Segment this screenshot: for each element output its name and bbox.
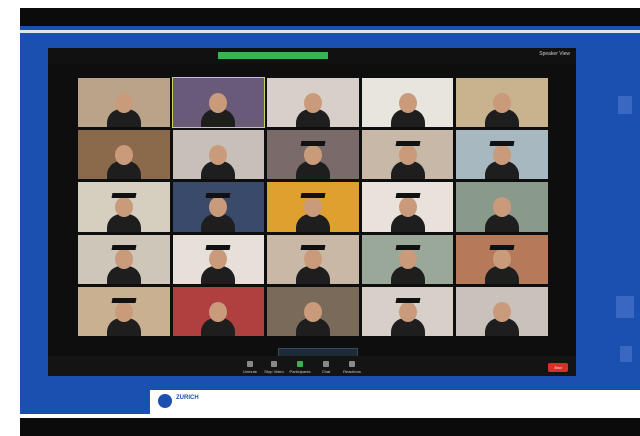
graduation-cap-icon <box>205 245 231 251</box>
participant-tile[interactable] <box>172 234 265 284</box>
participant-tile[interactable] <box>172 286 265 336</box>
participant-tile[interactable] <box>456 286 548 336</box>
participant-head <box>398 197 417 218</box>
decorative-shapes <box>616 96 634 362</box>
participant-head <box>398 144 417 165</box>
graduation-cap-icon <box>111 297 137 303</box>
participant-head <box>114 197 133 218</box>
toolbar-label: Stop Video <box>264 369 284 374</box>
graduation-cap-icon <box>489 141 515 146</box>
participant-tile[interactable] <box>78 78 170 128</box>
participant-tile[interactable] <box>171 76 266 129</box>
sponsor-strip: ZURICH <box>150 390 640 414</box>
reactions-icon <box>349 361 355 367</box>
participant-head <box>398 92 417 113</box>
participant-tile[interactable] <box>78 182 170 232</box>
graduation-cap-icon <box>395 193 421 199</box>
top-bar <box>20 8 640 26</box>
speaker-view-button[interactable]: Speaker View <box>539 51 570 57</box>
toolbar-video[interactable]: Stop Video <box>262 361 286 374</box>
participant-head <box>114 249 133 270</box>
participant-tile[interactable] <box>361 78 454 128</box>
participant-tile[interactable] <box>456 182 548 232</box>
toolbar-label: Participants <box>289 369 311 374</box>
participant-tile[interactable] <box>78 234 170 284</box>
participant-head <box>114 301 133 322</box>
participant-tile[interactable] <box>172 182 265 232</box>
camera-icon <box>271 361 277 367</box>
graduation-cap-icon <box>300 245 326 251</box>
toolbar-participants[interactable]: Participants <box>288 361 312 374</box>
participant-tile[interactable] <box>267 130 359 180</box>
participant-tile[interactable] <box>361 182 454 232</box>
toolbar-label: Unmute <box>242 369 257 374</box>
zoom-window: Speaker View Unmute Stop Video Participa… <box>48 48 576 376</box>
participant-head <box>303 197 322 218</box>
graduation-cap-icon <box>111 245 137 251</box>
participant-tile[interactable] <box>267 78 359 128</box>
participant-head <box>303 301 322 322</box>
toolbar-label: Reactions <box>343 369 361 374</box>
graduation-cap-icon <box>205 193 231 199</box>
participant-tile[interactable] <box>361 286 454 336</box>
toolbar-chat[interactable]: Chat <box>314 361 338 374</box>
participant-head <box>303 92 322 113</box>
participant-tile[interactable] <box>267 234 359 284</box>
recording-indicator <box>218 52 328 59</box>
toolbar-label: Chat <box>321 369 331 374</box>
graduation-cap-icon <box>395 141 421 146</box>
toolbar-unmute[interactable]: Unmute <box>238 361 262 374</box>
participant-tile[interactable] <box>172 130 265 180</box>
participant-tile[interactable] <box>267 286 359 336</box>
graduation-cap-icon <box>300 193 326 199</box>
participant-tile[interactable] <box>78 286 170 336</box>
participant-tile[interactable] <box>456 78 548 128</box>
participant-tile[interactable] <box>361 234 454 284</box>
sponsor-brand: ZURICH <box>176 395 199 401</box>
graduation-cap-icon <box>395 297 421 303</box>
graduation-cap-icon <box>489 245 515 251</box>
participant-head <box>114 144 133 165</box>
end-meeting-button[interactable]: End <box>548 363 568 372</box>
participant-tile[interactable] <box>267 182 359 232</box>
participant-head <box>493 92 512 113</box>
participant-tile[interactable] <box>361 130 454 180</box>
participant-head <box>398 249 417 270</box>
mic-icon <box>247 361 253 367</box>
participant-head <box>493 301 512 322</box>
graduation-cap-icon <box>111 193 137 199</box>
backdrop-stripe <box>20 30 640 33</box>
participant-tile[interactable] <box>456 234 548 284</box>
zoom-header: Speaker View <box>48 48 576 64</box>
participant-tile[interactable] <box>456 130 548 180</box>
chat-icon <box>323 361 329 367</box>
participant-head <box>209 301 228 322</box>
graduation-cap-icon <box>395 245 421 251</box>
screenshot-frame: Speaker View Unmute Stop Video Participa… <box>0 0 640 436</box>
participant-head <box>398 301 417 322</box>
participant-head <box>114 92 133 113</box>
toolbar-reactions[interactable]: Reactions <box>340 361 364 374</box>
participant-head <box>303 144 322 165</box>
graduation-cap-icon <box>300 141 326 146</box>
participant-grid <box>78 76 548 336</box>
meeting-toolbar: Unmute Stop Video Participants Chat Reac… <box>48 356 576 376</box>
bottom-bar <box>20 418 640 436</box>
zurich-logo-icon <box>158 394 172 408</box>
participant-tile[interactable] <box>78 130 170 180</box>
participants-icon <box>297 361 303 367</box>
